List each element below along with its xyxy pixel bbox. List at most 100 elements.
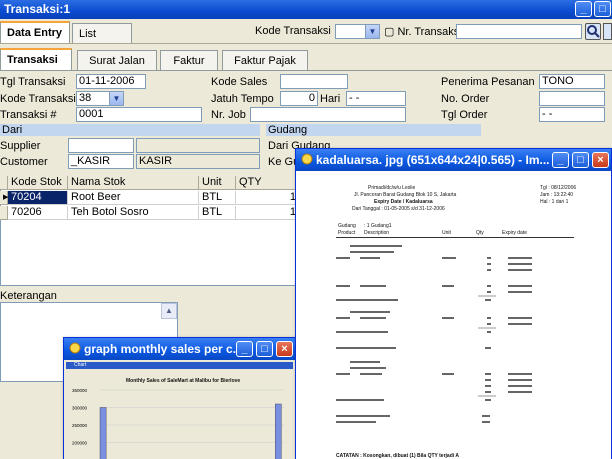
transaksi-no-label: Transaksi # [0, 109, 57, 121]
report-col-expiry: Expiry date [502, 230, 528, 236]
supplier-code-input[interactable] [68, 138, 134, 153]
kode-transaksi-filter-select[interactable]: ▼ [335, 24, 380, 39]
table-row-nama[interactable]: Teh Botol Sosro [68, 206, 199, 220]
chart-body: Chart Monthly Sales of SaleMart at Malib… [64, 360, 295, 459]
kode-sales-label: Kode Sales [211, 76, 268, 88]
report-divider [336, 237, 574, 238]
customer-code-input[interactable]: _KASIR [68, 154, 134, 169]
gudang-section-header: Gudang [266, 124, 481, 136]
report-time: Jam : 13:22:40 [540, 192, 574, 198]
subtab-surat-jalan[interactable]: Surat Jalan [77, 50, 157, 70]
report-page: Primadi/dc/w/u Leslie Jl. Pancoran Barat… [296, 171, 611, 459]
close-icon[interactable]: × [592, 152, 609, 168]
kode-transaksi-select[interactable]: 38 ▼ [76, 91, 124, 106]
report-header-line4: Dari Tanggal : 01-05-2005 s/d 31-12-2006 [352, 206, 445, 212]
maximize-icon[interactable]: □ [594, 1, 611, 17]
nr-job-label: Nr. Job [211, 109, 246, 121]
chevron-down-icon[interactable]: ▼ [109, 92, 123, 105]
main-title-bar: Transaksi:1 [0, 0, 612, 19]
hari-date-input[interactable]: - - [346, 91, 406, 106]
nr-job-input[interactable] [250, 107, 406, 122]
customer-label: Customer [0, 156, 48, 168]
grid-col-kode-stok[interactable]: Kode Stok [8, 176, 68, 190]
report-header-line3: Expiry Date / Kadaluarsa [374, 199, 433, 205]
kode-transaksi-label: Kode Transaksi [0, 93, 76, 105]
report-body-lines [336, 245, 532, 423]
app-icon [301, 153, 313, 165]
table-row-unit[interactable]: BTL [199, 191, 236, 205]
app-icon [69, 342, 81, 354]
kode-transaksi-filter-label: Kode Transaksi [255, 25, 331, 37]
chart-y-tick-label: 200000 [72, 441, 88, 446]
report-col-unit: Unit [442, 230, 451, 236]
chevron-down-icon[interactable]: ▼ [365, 25, 379, 38]
search-icon[interactable] [585, 23, 601, 40]
kode-sales-input[interactable] [280, 74, 348, 89]
report-page-no: Hal : 1 dari 1 [540, 199, 569, 205]
dari-section-header: Dari [0, 124, 260, 136]
table-row-kode[interactable]: 70204 [8, 191, 68, 205]
tgl-order-label: Tgl Order [441, 109, 488, 121]
report-col-description: Description [364, 230, 390, 236]
chart-bar [99, 407, 107, 459]
nr-transaksi-input[interactable] [456, 24, 582, 39]
grid-row-header [0, 176, 8, 190]
customer-name-display: KASIR [136, 154, 260, 169]
supplier-label: Supplier [0, 140, 41, 152]
report-date: Tgl : 08/12/2006 [540, 185, 577, 191]
maximize-icon[interactable]: □ [572, 152, 589, 168]
supplier-name-display [136, 138, 260, 153]
chart-window: graph monthly sales per c... _ □ × Chart… [63, 337, 296, 459]
transaksi-no-input[interactable]: 0001 [76, 107, 202, 122]
subtab-faktur[interactable]: Faktur [160, 50, 218, 70]
close-icon[interactable]: × [276, 341, 293, 357]
subtab-transaksi[interactable]: Transaksi [0, 48, 72, 70]
minimize-icon[interactable]: _ [552, 152, 569, 168]
report-col-qty: Qty [476, 230, 484, 236]
no-order-label: No. Order [441, 93, 490, 105]
tgl-transaksi-label: Tgl Transaksi [0, 76, 66, 88]
report-footer-note: CATATAN : Kosongkan, dibuat (1) Bila QTY… [336, 453, 459, 459]
penerima-pesanan-input[interactable]: TONO [539, 74, 605, 89]
chart-y-tick-label: 300000 [72, 406, 88, 411]
report-col-product: Product [338, 230, 356, 236]
chart-inner-title: Chart [66, 362, 293, 369]
grid-col-nama-stok[interactable]: Nama Stok [68, 176, 199, 190]
hari-label: Hari [320, 93, 341, 105]
chart-window-title: graph monthly sales per c... [84, 342, 243, 356]
jatuh-tempo-label: Jatuh Tempo [211, 93, 274, 105]
table-row-nama[interactable]: Root Beer [68, 191, 199, 205]
maximize-icon[interactable]: □ [256, 341, 273, 357]
subtab-faktur-pajak[interactable]: Faktur Pajak [222, 50, 308, 70]
window-title: Transaksi:1 [4, 2, 71, 16]
grid-col-unit[interactable]: Unit [199, 176, 236, 190]
penerima-pesanan-label: Penerima Pesanan [441, 76, 535, 88]
chart-y-tick-label: 250000 [72, 423, 88, 428]
grid-row-header [0, 206, 8, 220]
row-indicator-icon: ▶ [0, 191, 8, 205]
minimize-icon[interactable]: _ [236, 341, 253, 357]
tgl-transaksi-input[interactable]: 01-11-2006 [76, 74, 146, 89]
report-col-gudang: Gudang [338, 223, 356, 229]
tgl-order-input[interactable]: - - [539, 107, 605, 122]
keterangan-label: Keterangan [0, 290, 57, 302]
tab-divider [0, 70, 612, 71]
table-row-qty[interactable]: 1 [236, 191, 300, 205]
report-header-line1: Primadi/dc/w/u Leslie [368, 185, 416, 191]
table-row-unit[interactable]: BTL [199, 206, 236, 220]
grid-col-qty[interactable]: QTY [236, 176, 300, 190]
table-row-kode[interactable]: 70206 [8, 206, 68, 220]
tab-list[interactable]: List [72, 23, 132, 43]
minimize-icon[interactable]: _ [575, 1, 592, 17]
report-image-window: kadaluarsa. jpg (651x644x24|0.565) - Im.… [295, 148, 612, 459]
tab-data-entry[interactable]: Data Entry [0, 21, 70, 43]
table-row-qty[interactable]: 1 [236, 206, 300, 220]
scroll-up-icon[interactable]: ▲ [161, 303, 177, 319]
chart-plot: 350000300000250000200000150000 [72, 388, 284, 459]
jatuh-tempo-input[interactable]: 0 [280, 91, 318, 106]
save-icon[interactable] [603, 23, 612, 40]
nr-transaksi-label: ▢ Nr. Transaksi [384, 26, 462, 38]
report-window-title: kadaluarsa. jpg (651x644x24|0.565) - Im.… [316, 153, 550, 167]
chart-y-tick-label: 350000 [72, 388, 88, 393]
no-order-input[interactable] [539, 91, 605, 106]
